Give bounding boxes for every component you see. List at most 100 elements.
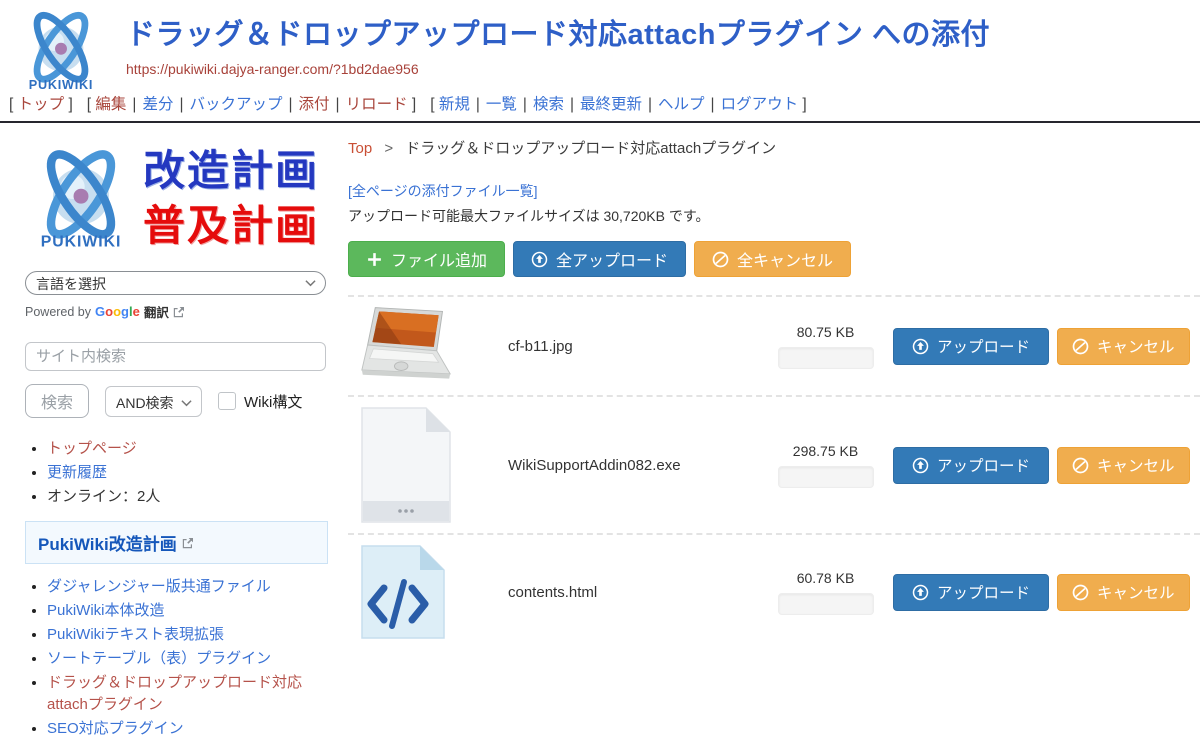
progress-bar <box>778 593 874 615</box>
sidebar-link[interactable]: PukiWikiテキスト表現拡張 <box>47 626 224 643</box>
upload-circle-icon <box>912 338 929 355</box>
cancel-button[interactable]: キャンセル <box>1057 447 1190 484</box>
breadcrumb-home-link[interactable]: Top <box>348 140 372 157</box>
file-progress-group: 60.78 KB <box>758 570 893 615</box>
html-file-icon <box>358 543 448 641</box>
file-thumbnail <box>358 405 508 525</box>
pukiwiki-atom-icon: PUKIWIKI <box>25 136 137 262</box>
search-mode-select[interactable]: AND検索 <box>105 386 202 417</box>
sidebar-links-bottom: ダジャレンジャー版共通ファイル PukiWiki本体改造 PukiWikiテキスト表… <box>47 576 330 741</box>
cancel-all-label: 全キャンセル <box>737 247 833 271</box>
nav-item[interactable]: 編集 <box>95 96 126 113</box>
cancel-button[interactable]: キャンセル <box>1057 574 1190 611</box>
cancel-label: キャンセル <box>1097 581 1175 603</box>
ban-icon <box>712 251 729 268</box>
file-row-actions: アップロード キャンセル <box>893 447 1200 484</box>
nav-divider: | <box>476 96 480 113</box>
add-files-label: ファイル追加 <box>391 247 487 271</box>
chevron-down-icon <box>181 399 192 407</box>
nav-item[interactable]: 差分 <box>142 96 173 113</box>
file-row: cf-b11.jpg 80.75 KB アップロード キャンセル <box>348 295 1200 395</box>
sidebar-link[interactable]: PukiWiki本体改造 <box>47 602 165 619</box>
search-button[interactable]: 検索 <box>25 384 89 418</box>
upload-label: アップロード <box>937 581 1030 603</box>
nav-divider: | <box>648 96 652 113</box>
nav-item[interactable]: 最終更新 <box>580 96 642 113</box>
top-navbar: [ トップ ][ 編集|差分|バックアップ|添付|リロード ][ 新規|一覧|検… <box>9 92 821 114</box>
upload-button[interactable]: アップロード <box>893 447 1049 484</box>
nav-divider: | <box>523 96 527 113</box>
file-progress-group: 298.75 KB <box>758 443 893 488</box>
generic-file-icon <box>358 405 454 525</box>
upload-circle-icon <box>912 457 929 474</box>
sidebar-item-pukiwiki-project[interactable]: PukiWiki改造計画 <box>25 521 328 564</box>
banner-line2: 普及計画 <box>143 199 319 254</box>
pukiwiki-logo-icon[interactable]: PUKIWIKI <box>10 4 112 98</box>
sidebar-link[interactable]: ソートテーブル（表）プラグイン <box>47 650 271 667</box>
wiki-syntax-label: Wiki構文 <box>244 391 302 412</box>
nav-divider: | <box>711 96 715 113</box>
cancel-label: キャンセル <box>1097 335 1175 357</box>
sidebar-list-item: PukiWikiテキスト表現拡張 <box>47 624 330 647</box>
nav-item[interactable]: 一覧 <box>486 96 517 113</box>
svg-text:PUKIWIKI: PUKIWIKI <box>29 78 93 92</box>
file-thumbnail <box>358 305 508 387</box>
site-search-input[interactable] <box>25 342 326 371</box>
upload-file-list: cf-b11.jpg 80.75 KB アップロード キャンセル WikiSup… <box>348 295 1200 649</box>
wiki-syntax-checkbox[interactable] <box>218 392 236 410</box>
breadcrumb: Top > ドラッグ＆ドロップアップロード対応attachプラグイン <box>348 137 1200 158</box>
plus-icon <box>366 251 383 268</box>
nav-item[interactable]: バックアップ <box>189 96 282 113</box>
file-row-actions: アップロード キャンセル <box>893 328 1200 365</box>
upload-circle-icon <box>912 584 929 601</box>
nav-item[interactable]: 新規 <box>439 96 470 113</box>
nav-item[interactable]: トップ <box>18 96 65 113</box>
upload-circle-icon <box>531 251 548 268</box>
upload-all-label: 全アップロード <box>556 247 668 271</box>
google-logo-text: Google <box>95 304 140 319</box>
file-size: 60.78 KB <box>797 570 855 586</box>
sidebar-links-top: トップページ更新履歴オンライン：2人 <box>47 438 330 508</box>
nav-divider: | <box>179 96 183 113</box>
nav-item[interactable]: リロード <box>346 96 408 113</box>
upload-label: アップロード <box>937 454 1030 476</box>
sidebar-link: オンライン：2人 <box>47 488 160 505</box>
file-name: contents.html <box>508 584 758 601</box>
cancel-all-button[interactable]: 全キャンセル <box>694 241 851 277</box>
file-row: contents.html 60.78 KB アップロード キャンセル <box>348 533 1200 649</box>
upload-button[interactable]: アップロード <box>893 574 1049 611</box>
nav-item[interactable]: 添付 <box>299 96 330 113</box>
sidebar-link[interactable]: トップページ <box>47 440 137 457</box>
nav-item[interactable]: ログアウト <box>721 96 799 113</box>
upload-actions: ファイル追加 全アップロード 全キャンセル <box>348 241 1200 277</box>
sidebar-link[interactable]: ドラッグ＆ドロップアップロード対応attachプラグイン <box>47 674 302 714</box>
sidebar-list-item: ダジャレンジャー版共通ファイル <box>47 576 330 599</box>
sidebar-link[interactable]: SEO対応プラグイン <box>47 720 184 737</box>
breadcrumb-separator: > <box>384 140 393 157</box>
cancel-button[interactable]: キャンセル <box>1057 328 1190 365</box>
file-row: WikiSupportAddin082.exe 298.75 KB アップロード… <box>348 395 1200 533</box>
laptop-photo-thumbnail <box>358 305 454 387</box>
nav-divider: | <box>289 96 293 113</box>
upload-label: アップロード <box>937 335 1030 357</box>
max-upload-size-text: アップロード可能最大ファイルサイズは 30,720KB です。 <box>348 206 1200 226</box>
page-url[interactable]: https://pukiwiki.dajya-ranger.com/?1bd2d… <box>126 61 1200 77</box>
page-header: PUKIWIKI ドラッグ＆ドロップアップロード対応attachプラグイン への… <box>0 0 1200 123</box>
file-size: 298.75 KB <box>793 443 858 459</box>
all-attachments-link[interactable]: [全ページの添付ファイル一覧] <box>348 181 1200 201</box>
sidebar-link[interactable]: ダジャレンジャー版共通ファイル <box>47 578 271 595</box>
nav-item[interactable]: 検索 <box>533 96 564 113</box>
nav-item[interactable]: ヘルプ <box>658 96 705 113</box>
sidebar-list-item: PukiWiki本体改造 <box>47 600 330 623</box>
nav-divider: | <box>132 96 136 113</box>
pukiwiki-project-banner[interactable]: PUKIWIKI 改造計画 普及計画 <box>25 135 330 263</box>
powered-by-google: Powered by Google 翻訳 <box>25 302 330 321</box>
sidebar-list-item: 更新履歴 <box>47 462 330 485</box>
add-files-button[interactable]: ファイル追加 <box>348 241 505 277</box>
progress-bar <box>778 347 874 369</box>
translate-label[interactable]: 翻訳 <box>144 302 169 321</box>
sidebar-link[interactable]: 更新履歴 <box>47 464 107 481</box>
upload-all-button[interactable]: 全アップロード <box>513 241 686 277</box>
language-select[interactable]: 言語を選択 <box>25 271 326 295</box>
upload-button[interactable]: アップロード <box>893 328 1049 365</box>
